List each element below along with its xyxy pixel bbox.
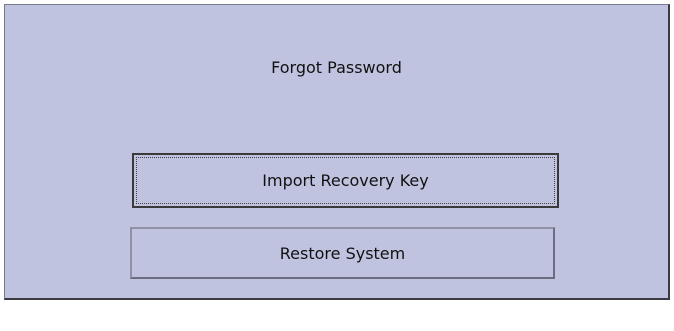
forgot-password-dialog: Forgot Password Import Recovery Key Rest… — [4, 4, 670, 300]
import-recovery-key-button[interactable]: Import Recovery Key — [132, 153, 559, 208]
dialog-title: Forgot Password — [271, 58, 402, 77]
focus-ring: Import Recovery Key — [136, 157, 555, 204]
restore-system-label: Restore System — [279, 243, 406, 263]
restore-system-button[interactable]: Restore System — [130, 227, 555, 279]
import-recovery-key-label: Import Recovery Key — [262, 171, 429, 190]
